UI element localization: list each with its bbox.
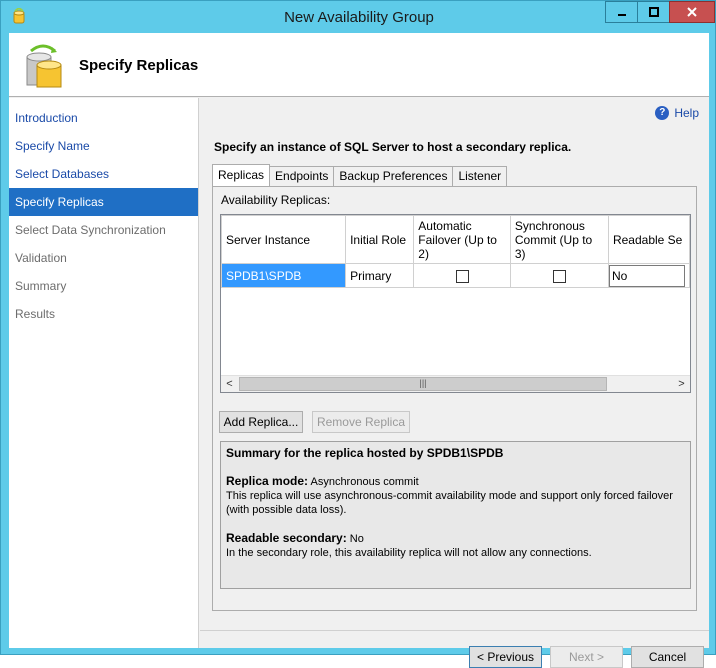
tab-strip: Replicas Endpoints Backup Preferences Li… [212,164,508,186]
horizontal-scrollbar[interactable]: < ||| > [221,375,690,392]
table-row[interactable]: SPDB1\SPDB Primary No [221,263,690,288]
tab-endpoints[interactable]: Endpoints [269,166,335,186]
cell-automatic-failover[interactable] [413,263,511,288]
main-panel: ? Help Specify an instance of SQL Server… [200,98,709,668]
nav-item-results: Results [15,307,56,321]
minimize-icon [617,14,626,16]
nav-item-select-data-sync: Select Data Synchronization [15,223,166,237]
maximize-button[interactable] [637,1,670,23]
add-replica-button[interactable]: Add Replica... [219,411,303,433]
maximize-icon [648,7,659,17]
close-button[interactable] [669,1,715,23]
nav-item-specify-replicas[interactable]: Specify Replicas [9,188,198,216]
scroll-right-icon[interactable]: > [673,376,690,392]
replicas-tab-panel: Availability Replicas: Server Instance I… [212,186,697,611]
cancel-button[interactable]: Cancel [631,646,704,668]
page-title: Specify Replicas [79,57,199,74]
synchronous-commit-checkbox[interactable] [552,269,566,283]
dialog-client: Specify Replicas Introduction Specify Na… [9,33,709,668]
cell-initial-role: Primary [345,263,415,288]
col-automatic-failover[interactable]: Automatic Failover (Up to 2) [413,215,511,264]
automatic-failover-checkbox[interactable] [455,269,469,283]
scroll-thumb[interactable]: ||| [239,377,607,391]
nav-item-validation: Validation [15,251,67,265]
tab-backup-preferences[interactable]: Backup Preferences [333,166,454,186]
col-server-instance[interactable]: Server Instance [221,215,347,264]
summary-heading: Summary for the replica hosted by SPDB1\… [226,446,504,460]
col-readable-secondary[interactable]: Readable Se [607,215,690,264]
remove-replica-button[interactable]: Remove Replica [312,411,410,433]
nav-item-select-databases[interactable]: Select Databases [9,160,198,188]
nav-item-specify-name[interactable]: Specify Name [9,132,198,160]
replica-mode-key: Replica mode: [226,474,309,488]
instruction-text: Specify an instance of SQL Server to hos… [214,140,572,154]
database-sync-icon [21,43,67,92]
minimize-button[interactable] [605,1,638,23]
cell-synchronous-commit[interactable] [509,263,609,288]
close-icon [687,7,697,17]
cell-readable-secondary[interactable]: No [607,263,690,288]
tab-listener[interactable]: Listener [452,166,508,186]
footer-divider [200,630,709,631]
availability-replicas-label: Availability Replicas: [221,193,331,207]
readable-secondary-value: No [349,533,364,545]
readable-secondary-description: In the secondary role, this availability… [226,547,592,559]
help-label: Help [674,106,699,120]
replicas-grid[interactable]: Server Instance Initial Role Automatic F… [220,214,691,393]
dialog-window: New Availability Group Specify Replicas … [0,0,716,668]
nav-item-summary: Summary [15,279,67,293]
help-icon: ? [655,106,670,120]
replica-summary-panel: Summary for the replica hosted by SPDB1\… [220,441,691,589]
next-button[interactable]: Next > [550,646,623,668]
readable-secondary-key: Readable secondary: [226,531,347,545]
nav-item-introduction[interactable]: Introduction [9,104,198,132]
page-header: Specify Replicas [9,33,709,97]
col-initial-role[interactable]: Initial Role [345,215,415,264]
title-bar[interactable]: New Availability Group [1,1,716,33]
wizard-nav: Introduction Specify Name Select Databas… [9,98,199,648]
help-link[interactable]: ? Help [655,106,699,120]
cell-server-instance[interactable]: SPDB1\SPDB [221,263,347,288]
replica-mode-value: Asynchronous commit [310,476,419,488]
replica-mode-description: This replica will use asynchronous-commi… [226,490,673,516]
tab-replicas[interactable]: Replicas [212,164,271,186]
previous-button[interactable]: < Previous [469,646,542,668]
readable-secondary-dropdown[interactable]: No [608,264,685,287]
col-synchronous-commit[interactable]: Synchronous Commit (Up to 3) [509,215,609,264]
grid-header-row: Server Instance Initial Role Automatic F… [221,215,690,264]
scroll-left-icon[interactable]: < [221,376,238,392]
